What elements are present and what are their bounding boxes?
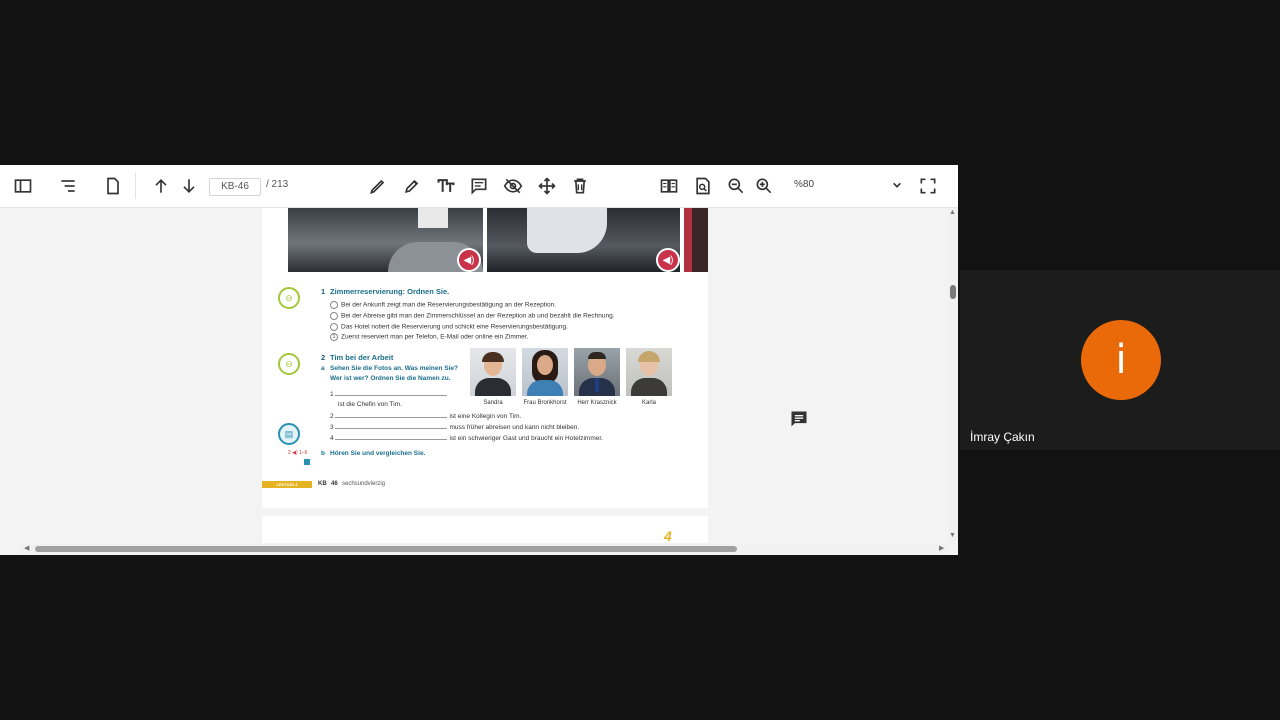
delete-icon[interactable] — [568, 174, 592, 198]
participant-tile[interactable]: i İmray Çakın — [960, 270, 1280, 450]
pdf-viewer: KB-46 / 213 %80 ◀) ◀) ⊖ 1 Zimmerreservie… — [0, 165, 958, 555]
subtask-text: Hören Sie und vergleichen Sie. — [330, 450, 426, 457]
pen-icon[interactable] — [366, 174, 390, 198]
list-item: Bei der Abreise gibt man den Zimmerschlü… — [330, 312, 615, 320]
audio-cd-icon — [304, 459, 310, 465]
document-area[interactable]: ◀) ◀) ⊖ 1 Zimmerreservierung: Ordnen Sie… — [0, 208, 948, 543]
answer-line: 1 — [330, 389, 449, 398]
list-item: 1 Zuerst reserviert man per Telefon, E-Ma… — [330, 333, 528, 341]
previous-page-icon[interactable] — [149, 174, 173, 198]
lesson-tag: LEKTION 4 — [262, 481, 312, 488]
comment-icon[interactable] — [467, 174, 491, 198]
vertical-scroll-thumb[interactable] — [950, 285, 956, 299]
next-page-icon[interactable] — [177, 174, 201, 198]
horizontal-scroll-thumb[interactable] — [35, 546, 737, 552]
vertical-scrollbar[interactable] — [948, 208, 958, 543]
portrait-name: Sandra — [483, 400, 503, 406]
zoom-in-icon[interactable] — [752, 174, 776, 198]
document-page: 4 — [262, 516, 708, 543]
toolbar-divider — [135, 173, 136, 199]
scroll-left-icon[interactable]: ◀ — [24, 544, 29, 552]
lesson-number-mark: 4 — [664, 528, 672, 543]
portrait-name: Karla — [641, 400, 656, 406]
fullscreen-icon[interactable] — [916, 174, 940, 198]
floating-comment-icon[interactable] — [789, 409, 809, 429]
audio-track-label: 2 ◀) 1–6 — [288, 450, 308, 456]
answer-line: 4 ist ein schwieriger Gast und braucht e… — [330, 435, 603, 442]
exercise-title: Zimmerreservierung: Ordnen Sie. — [330, 287, 450, 296]
toolbar: KB-46 / 213 %80 — [0, 165, 958, 208]
chevron-down-icon[interactable] — [887, 175, 907, 195]
footer-page-word: sechsundvierzig — [342, 481, 386, 487]
portrait-photo — [522, 348, 568, 396]
footer-page-number: 46 — [331, 481, 338, 487]
link-icon: ⊖ — [278, 353, 300, 375]
document-page: ◀) ◀) ⊖ 1 Zimmerreservierung: Ordnen Sie… — [262, 208, 708, 508]
search-document-icon[interactable] — [691, 174, 715, 198]
audio-button-icon[interactable]: ◀) — [457, 248, 481, 272]
subtask-label: b — [321, 450, 325, 457]
page-thumbnails-icon[interactable] — [101, 174, 125, 198]
move-icon[interactable] — [535, 174, 559, 198]
subtask-text: Wer ist wer? Ordnen Sie die Namen zu. — [330, 375, 451, 382]
zoom-level[interactable]: %80 — [794, 179, 814, 190]
portrait-name: Herr Krasznick — [577, 400, 617, 406]
portrait-photo — [470, 348, 516, 396]
highlighter-icon[interactable] — [400, 174, 424, 198]
subtask-label: a — [321, 365, 325, 372]
exercise-number: 2 — [321, 353, 326, 362]
scroll-up-icon[interactable]: ▲ — [949, 209, 956, 216]
hide-annotations-icon[interactable] — [501, 174, 525, 198]
footer-kb: KB — [318, 481, 327, 487]
sidebar-toggle-icon[interactable] — [11, 174, 35, 198]
list-item: Bei der Ankunft zeigt man die Reservieru… — [330, 301, 556, 309]
exercise-title: Tim bei der Arbeit — [330, 353, 394, 362]
scroll-down-icon[interactable]: ▼ — [949, 532, 956, 539]
outline-icon[interactable] — [56, 174, 80, 198]
video-icon[interactable]: ▤ — [278, 423, 300, 445]
answer-line: 2 ist eine Kollegin von Tim. — [330, 413, 522, 420]
page-number-input[interactable]: KB-46 — [209, 178, 261, 196]
list-item: Das Hotel notiert die Reservierung und s… — [330, 323, 568, 331]
answer-line: 3 muss früher abreisen und kann nicht bl… — [330, 424, 580, 431]
reading-mode-icon[interactable] — [657, 174, 681, 198]
text-tool-icon[interactable] — [434, 174, 458, 198]
hotel-reception-photo — [288, 208, 483, 272]
zoom-out-icon[interactable] — [724, 174, 748, 198]
portrait-photo — [574, 348, 620, 396]
page-total: / 213 — [266, 179, 289, 190]
participant-name: İmray Çakın — [970, 430, 1035, 444]
portrait-name: Frau Bronkhorst — [523, 400, 567, 406]
answer-line: ist die Chefin von Tim. — [338, 401, 402, 408]
participant-avatar: i — [1081, 320, 1161, 400]
exercise-number: 1 — [321, 287, 326, 296]
audio-button-icon[interactable]: ◀) — [656, 248, 680, 272]
scroll-right-icon[interactable]: ▶ — [939, 544, 944, 552]
portrait-photo — [626, 348, 672, 396]
link-icon: ⊖ — [278, 287, 300, 309]
photo-edge — [684, 208, 708, 272]
hotel-checkout-photo — [487, 208, 680, 272]
